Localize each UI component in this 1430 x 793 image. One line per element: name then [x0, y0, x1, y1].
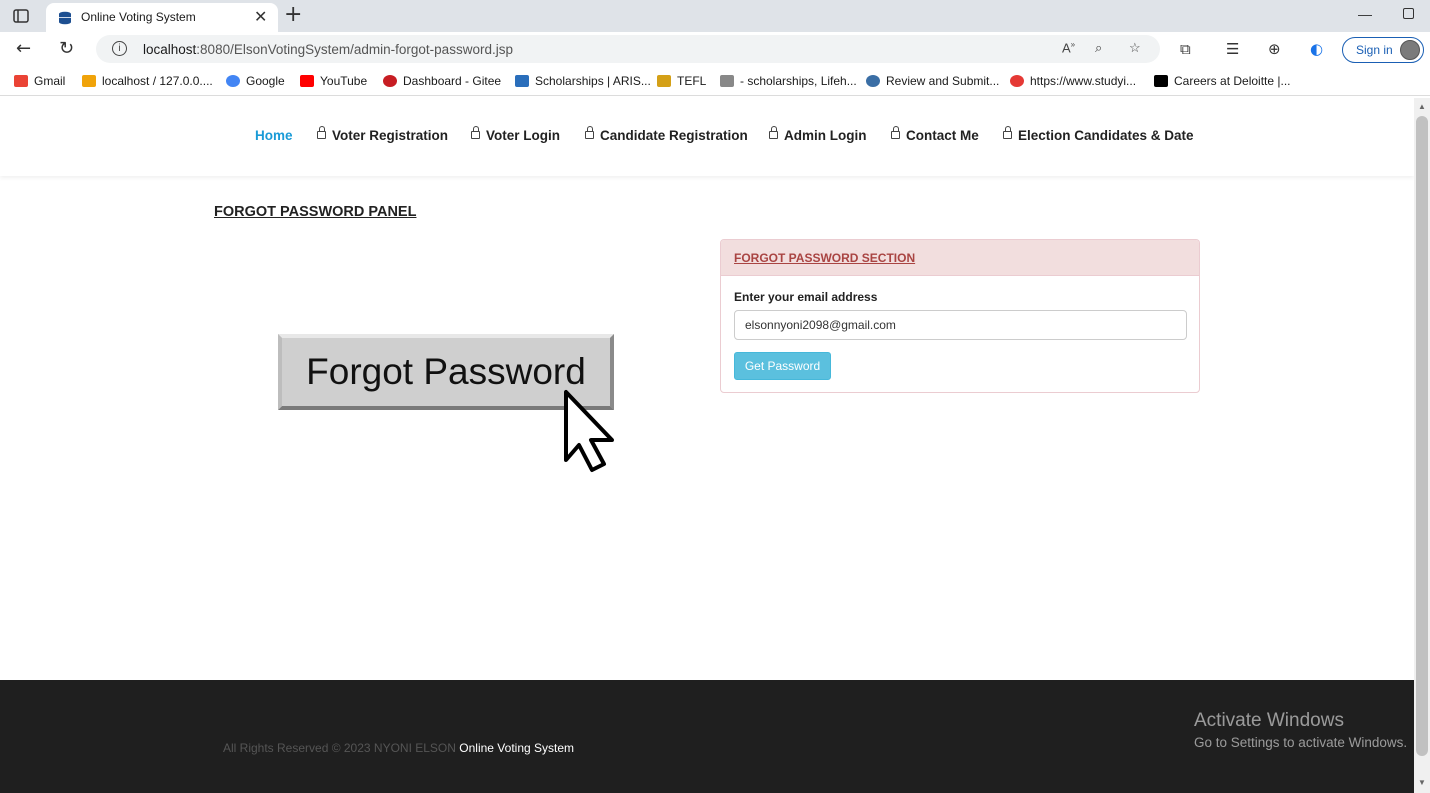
deloitte-icon — [1154, 75, 1168, 87]
forgot-password-card: FORGOT PASSWORD SECTION Enter your email… — [720, 239, 1200, 393]
activate-windows-watermark: Activate Windows Go to Settings to activ… — [1194, 710, 1407, 750]
edge-copilot-icon[interactable]: ◐ — [1310, 40, 1323, 58]
site-info-icon[interactable]: i — [112, 41, 127, 56]
nav-contact-me[interactable]: Contact Me — [891, 126, 979, 143]
bookmark-scholarships[interactable]: Scholarships | ARIS... — [515, 74, 651, 88]
page-icon — [720, 75, 734, 87]
lock-icon — [471, 126, 480, 139]
watermark-title: Activate Windows — [1194, 710, 1344, 731]
bookmark-tefl[interactable]: TEFL — [657, 74, 706, 88]
page-title: FORGOT PASSWORD PANEL — [214, 204, 417, 220]
scrollbar-thumb[interactable] — [1416, 116, 1428, 756]
bookmark-youtube[interactable]: YouTube — [300, 74, 367, 88]
bookmark-review-submit[interactable]: Review and Submit... — [866, 74, 999, 88]
bookmark-lifehack[interactable]: - scholarships, Lifeh... — [720, 74, 857, 88]
lock-icon — [317, 126, 326, 139]
tefl-icon — [657, 75, 671, 87]
read-aloud-icon[interactable]: A» — [1062, 40, 1075, 55]
tab-close-icon[interactable]: ✕ — [254, 7, 267, 27]
google-icon — [226, 75, 240, 87]
nav-admin-login[interactable]: Admin Login — [769, 126, 866, 143]
scholarship-icon — [515, 75, 529, 87]
sign-in-button[interactable]: Sign in — [1342, 37, 1424, 63]
nav-home[interactable]: Home — [255, 128, 293, 143]
reload-icon[interactable]: ↻ — [59, 38, 74, 59]
get-password-button[interactable]: Get Password — [734, 352, 831, 380]
gitee-icon — [383, 75, 397, 87]
watermark-subtitle: Go to Settings to activate Windows. — [1194, 735, 1408, 750]
bookmark-google[interactable]: Google — [226, 74, 285, 88]
tab-title: Online Voting System — [81, 10, 196, 24]
globe-icon — [866, 75, 880, 87]
page-scrollbar[interactable]: ▲ ▼ — [1414, 98, 1430, 793]
collections-icon[interactable]: ⊕ — [1268, 40, 1281, 58]
bookmark-gitee[interactable]: Dashboard - Gitee — [383, 74, 501, 88]
scroll-down-icon[interactable]: ▼ — [1418, 778, 1426, 787]
nav-election-candidates[interactable]: Election Candidates & Date — [1003, 126, 1194, 143]
study-icon — [1010, 75, 1024, 87]
avatar — [1400, 40, 1420, 60]
browser-tab-bar: Online Voting System ✕ + — — [0, 0, 1430, 32]
lock-icon — [585, 126, 594, 139]
add-favorite-icon[interactable]: ☆ — [1129, 40, 1141, 56]
new-tab-icon[interactable]: + — [284, 2, 302, 27]
browser-tab[interactable]: Online Voting System ✕ — [46, 3, 278, 32]
bookmark-deloitte[interactable]: Careers at Deloitte |... — [1154, 74, 1291, 88]
youtube-icon — [300, 75, 314, 87]
database-favicon-icon — [59, 11, 71, 25]
tab-actions-icon[interactable] — [12, 7, 30, 25]
url-text: localhost:8080/ElsonVotingSystem/admin-f… — [143, 42, 513, 57]
nav-voter-login[interactable]: Voter Login — [471, 126, 560, 143]
back-arrow-icon[interactable]: ← — [16, 38, 31, 59]
phpmyadmin-icon — [82, 75, 96, 87]
gmail-icon — [14, 75, 28, 87]
scroll-up-icon[interactable]: ▲ — [1418, 102, 1426, 111]
nav-voter-registration[interactable]: Voter Registration — [317, 126, 448, 143]
nav-candidate-registration[interactable]: Candidate Registration — [585, 126, 748, 143]
lock-icon — [1003, 126, 1012, 139]
lock-icon — [891, 126, 900, 139]
lock-icon — [769, 126, 778, 139]
card-title: FORGOT PASSWORD SECTION — [734, 251, 916, 265]
browser-toolbar: ← ↻ i localhost:8080/ElsonVotingSystem/a… — [0, 32, 1430, 66]
zoom-icon[interactable]: ⌕ — [1095, 40, 1102, 56]
address-bar[interactable]: i localhost:8080/ElsonVotingSystem/admin… — [96, 35, 1160, 63]
window-restore-icon[interactable] — [1403, 8, 1414, 19]
bookmarks-bar: Gmail localhost / 127.0.0.... Google You… — [0, 68, 1430, 96]
site-navbar: Home Voter Registration Voter Login Cand… — [0, 98, 1414, 176]
card-header: FORGOT PASSWORD SECTION — [721, 240, 1199, 276]
forgot-password-illustration: Forgot Password — [278, 334, 614, 472]
window-minimize-icon[interactable]: — — [1358, 6, 1372, 22]
footer-copyright: All Rights Reserved © 2023 NYONI ELSON O… — [223, 741, 575, 755]
bookmark-gmail[interactable]: Gmail — [14, 74, 65, 88]
bookmark-localhost[interactable]: localhost / 127.0.0.... — [82, 74, 213, 88]
email-label: Enter your email address — [734, 290, 878, 304]
illustration-label: Forgot Password — [306, 351, 586, 392]
email-field[interactable] — [734, 310, 1187, 340]
bookmark-studyi[interactable]: https://www.studyi... — [1010, 74, 1136, 88]
favorites-icon[interactable]: ☰ — [1226, 40, 1239, 58]
page-viewport: Home Voter Registration Voter Login Cand… — [0, 98, 1414, 793]
footer-brand: Online Voting System — [459, 741, 575, 755]
extensions-icon[interactable]: ⧉ — [1180, 40, 1191, 58]
